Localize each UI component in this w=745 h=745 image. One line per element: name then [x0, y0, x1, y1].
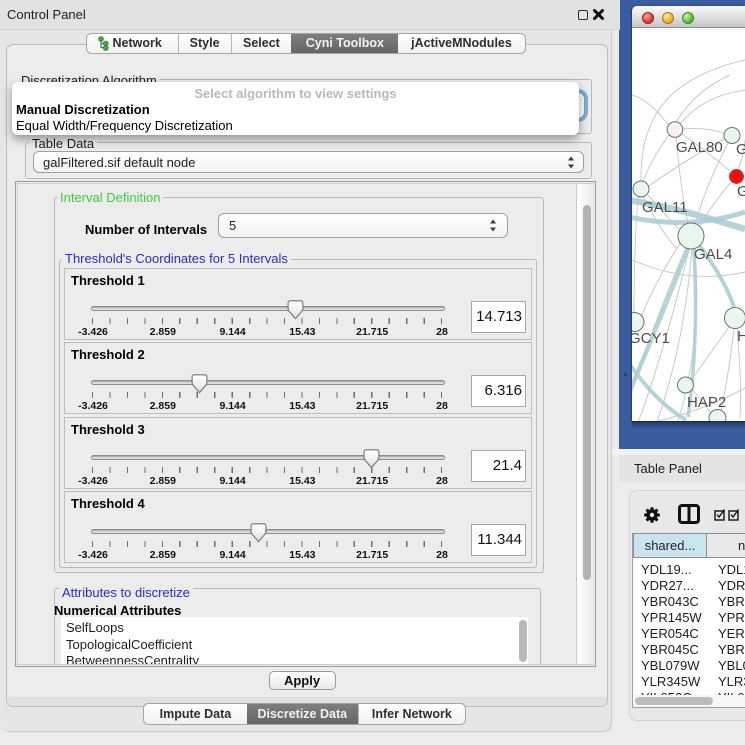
svg-text:HAP2: HAP2	[687, 394, 726, 411]
svg-text:GAL80: GAL80	[676, 139, 723, 156]
svg-text:GAL3: GAL3	[736, 141, 745, 158]
svg-text:HIS4: HIS4	[737, 328, 745, 345]
svg-text:GCY1: GCY1	[632, 330, 670, 347]
svg-text:GAL4: GAL4	[694, 246, 732, 263]
svg-text:GAL11: GAL11	[642, 199, 688, 216]
svg-text:GAL2: GAL2	[737, 183, 745, 200]
